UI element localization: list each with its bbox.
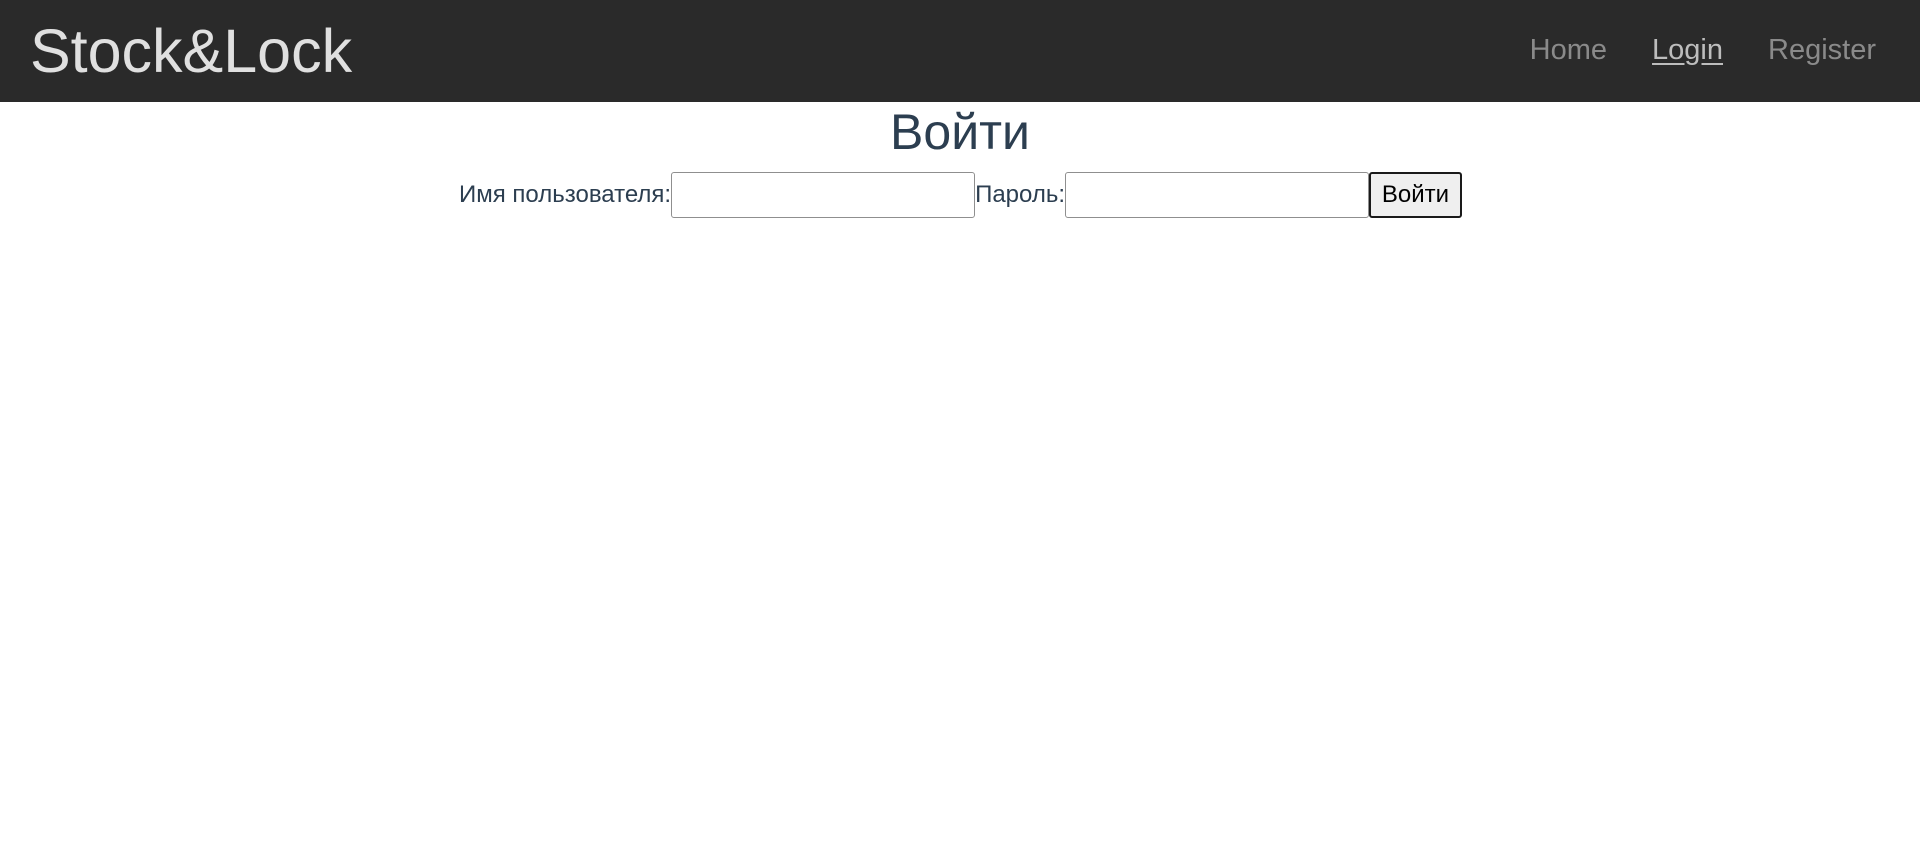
- username-input[interactable]: [671, 172, 976, 218]
- top-navbar: Stock&Lock Home Login Register: [0, 0, 1920, 102]
- nav-link-home[interactable]: Home: [1530, 30, 1607, 70]
- page-title: Войти: [890, 104, 1030, 160]
- password-label: Пароль:: [975, 181, 1066, 208]
- nav-link-register[interactable]: Register: [1768, 30, 1876, 70]
- brand-logo[interactable]: Stock&Lock: [30, 18, 352, 84]
- username-label: Имя пользователя:: [459, 181, 672, 208]
- login-form: Имя пользователя: Пароль: Войти: [459, 172, 1463, 218]
- password-input[interactable]: [1065, 172, 1370, 218]
- nav-links: Home Login Register: [1530, 30, 1876, 70]
- nav-link-login[interactable]: Login: [1652, 30, 1723, 70]
- login-submit-button[interactable]: Войти: [1369, 172, 1463, 218]
